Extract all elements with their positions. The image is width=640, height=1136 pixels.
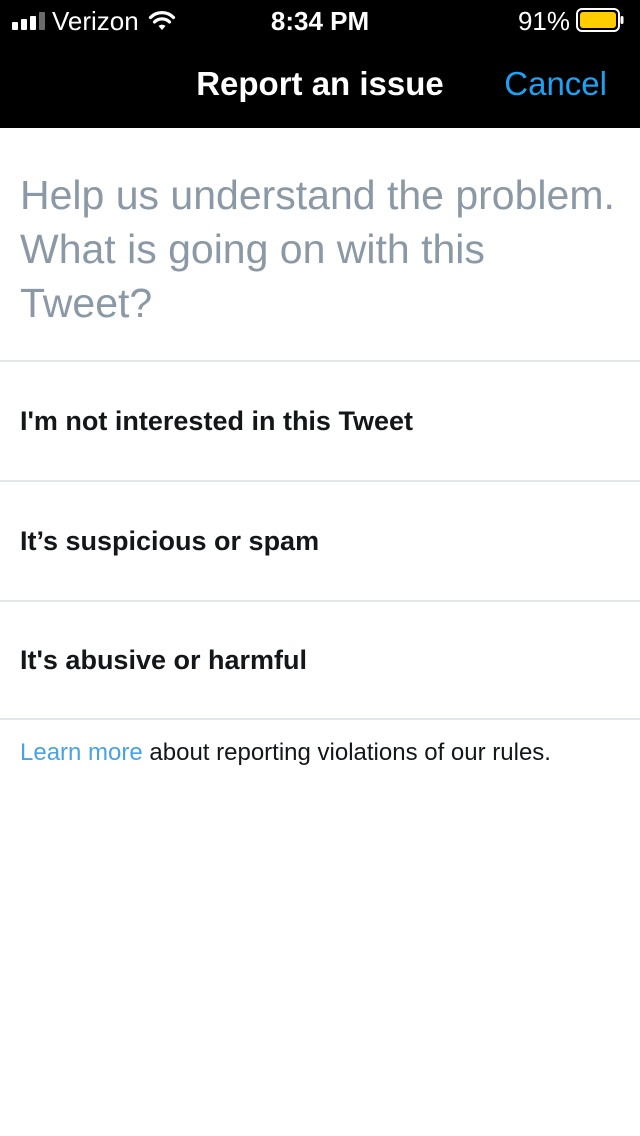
cancel-button[interactable]: Cancel [504,64,607,104]
option-abusive-or-harmful[interactable]: It's abusive or harmful [0,600,640,720]
footer-note: Learn more about reporting violations of… [20,736,630,770]
learn-more-link[interactable]: Learn more [20,739,143,766]
battery-icon [576,8,624,32]
top-bar: Verizon 8:34 PM 91% Report an issue Canc… [0,0,640,128]
footer-text: about reporting violations of our rules. [142,739,551,766]
report-prompt: Help us understand the problem. What is … [20,172,615,326]
option-not-interested[interactable]: I'm not interested in this Tweet [0,360,640,480]
option-suspicious-or-spam[interactable]: It’s suspicious or spam [0,480,640,600]
status-bar: Verizon 8:34 PM 91% [0,0,640,40]
report-options-list: I'm not interested in this Tweet It’s su… [0,360,640,720]
battery-percentage: 91% [517,6,570,36]
